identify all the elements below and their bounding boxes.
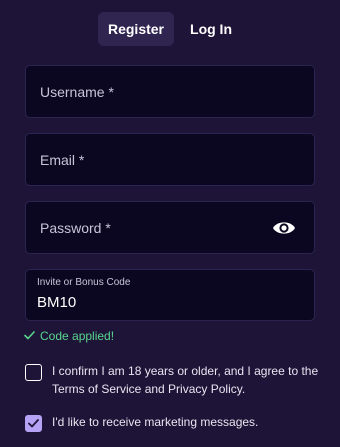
- tab-register[interactable]: Register: [97, 12, 175, 46]
- email-label: Email *: [40, 151, 85, 168]
- invite-code-value: BM10: [37, 294, 77, 311]
- age-confirm-text: I confirm I am 18 years or older, and I …: [52, 364, 319, 396]
- username-field[interactable]: Username *: [25, 65, 315, 118]
- auth-tabs: Register Log In: [0, 12, 340, 46]
- email-field[interactable]: Email *: [25, 133, 315, 186]
- code-status: Code applied!: [24, 329, 114, 343]
- checkmark-icon: [24, 329, 35, 343]
- checkbox-check-icon: [28, 419, 39, 428]
- age-confirm-row: I confirm I am 18 years or older, and I …: [25, 362, 320, 398]
- username-label: Username *: [40, 83, 114, 100]
- age-confirm-checkbox[interactable]: [25, 364, 42, 381]
- password-field[interactable]: Password *: [25, 201, 315, 254]
- password-label: Password *: [40, 219, 111, 236]
- tab-login[interactable]: Log In: [180, 12, 242, 46]
- marketing-row: I'd like to receive marketing messages.: [25, 413, 320, 432]
- marketing-text: I'd like to receive marketing messages.: [52, 415, 259, 429]
- marketing-checkbox[interactable]: [25, 415, 42, 432]
- eye-icon[interactable]: [272, 219, 296, 237]
- code-status-text: Code applied!: [40, 329, 115, 343]
- invite-code-label: Invite or Bonus Code: [37, 277, 131, 288]
- invite-code-field[interactable]: Invite or Bonus Code BM10: [25, 269, 315, 321]
